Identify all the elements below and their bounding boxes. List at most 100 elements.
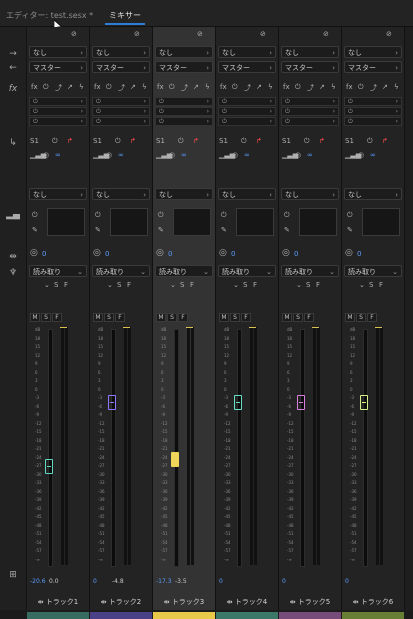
eq-pencil-icon[interactable]: ✎ <box>32 226 38 234</box>
fx-send-icon[interactable]: ⤴ <box>55 83 62 93</box>
eq-graph[interactable] <box>299 208 337 236</box>
eq-graph[interactable] <box>362 208 400 236</box>
tab-editor[interactable]: エディター: test.sesx * <box>6 9 93 23</box>
input-select[interactable]: なし › <box>218 46 276 58</box>
output-select[interactable]: マスター › <box>155 61 213 73</box>
pan-knob-icon[interactable]: ◎ <box>93 248 101 258</box>
fx-slot[interactable]: ⏻ › <box>155 97 213 106</box>
send-select[interactable]: なし › <box>281 188 339 200</box>
fx-send-icon[interactable]: ⤴ <box>181 83 188 93</box>
volume-fader-track[interactable] <box>237 329 242 567</box>
fx-bypass-button[interactable]: F <box>304 313 314 322</box>
automation-mode-select[interactable]: 読み取り ⌄ <box>344 265 402 277</box>
fx-send-icon[interactable]: ⤴ <box>307 83 314 93</box>
arm-icon[interactable]: ⌄ <box>233 281 239 289</box>
input-select[interactable]: なし › <box>155 46 213 58</box>
send-prefader-icon[interactable]: ↱ <box>382 137 388 145</box>
fx-icon[interactable]: fx <box>94 83 101 91</box>
eq-power-icon[interactable]: ⏻ <box>95 211 101 220</box>
pan-knob-icon[interactable]: ◎ <box>219 248 227 258</box>
eq-graph[interactable] <box>173 208 211 236</box>
track-name[interactable]: ⇹ トラック6 <box>342 593 404 611</box>
solo-button[interactable]: S <box>356 313 366 322</box>
fx-slot[interactable]: ⏻ › <box>29 117 87 126</box>
power-icon[interactable]: ⏻ <box>43 83 49 92</box>
eq-power-icon[interactable]: ⏻ <box>221 211 227 220</box>
solo-button[interactable]: S <box>41 313 51 322</box>
input-monitor-icon[interactable]: F <box>190 281 194 289</box>
arm-icon[interactable]: ⌄ <box>359 281 365 289</box>
mic-icon[interactable]: S <box>117 281 121 289</box>
fx-slot[interactable]: ⏻ › <box>344 117 402 126</box>
solo-button[interactable]: S <box>167 313 177 322</box>
fx-route-icon[interactable]: ↗ <box>256 83 262 91</box>
fx-slot[interactable]: ⏻ › <box>281 107 339 116</box>
fx-route-icon[interactable]: ↗ <box>319 83 325 91</box>
track-name[interactable]: ⇹ トラック2 <box>90 593 152 611</box>
fx-slot[interactable]: ⏻ › <box>218 107 276 116</box>
eq-power-icon[interactable]: ⏻ <box>284 211 290 220</box>
lightning-icon[interactable]: ϟ <box>331 83 336 91</box>
solo-button[interactable]: S <box>230 313 240 322</box>
fx-slot[interactable]: ⏻ › <box>29 97 87 106</box>
volume-fader-handle[interactable] <box>360 395 368 410</box>
volume-fader-handle[interactable] <box>45 459 53 474</box>
mute-button[interactable]: M <box>93 313 103 322</box>
power-icon[interactable]: ⏻ <box>169 83 175 92</box>
automation-mode-select[interactable]: 読み取り ⌄ <box>218 265 276 277</box>
fx-send-icon[interactable]: ⤴ <box>244 83 251 93</box>
volume-fader-track[interactable] <box>48 329 53 567</box>
volume-fader-track[interactable] <box>174 329 179 567</box>
fx-icon[interactable]: fx <box>157 83 164 91</box>
arm-icon[interactable]: ⌄ <box>296 281 302 289</box>
volume-fader-track[interactable] <box>363 329 368 567</box>
volume-fader-handle[interactable] <box>171 452 179 467</box>
lightning-icon[interactable]: ϟ <box>394 83 399 91</box>
fx-slot[interactable]: ⏻ › <box>92 107 150 116</box>
fx-slot[interactable]: ⏻ › <box>29 107 87 116</box>
fx-icon[interactable]: fx <box>283 83 290 91</box>
automation-mode-select[interactable]: 読み取り ⌄ <box>155 265 213 277</box>
fx-route-icon[interactable]: ↗ <box>193 83 199 91</box>
send-knob-icon[interactable]: ◎ <box>295 151 301 159</box>
power-icon[interactable]: ⏻ <box>295 83 301 92</box>
input-monitor-icon[interactable]: F <box>64 281 68 289</box>
output-select[interactable]: マスター › <box>281 61 339 73</box>
pan-knob-icon[interactable]: ◎ <box>345 248 353 258</box>
mute-button[interactable]: M <box>30 313 40 322</box>
solo-button[interactable]: S <box>104 313 114 322</box>
eq-power-icon[interactable]: ⏻ <box>158 211 164 220</box>
automation-mode-select[interactable]: 読み取り ⌄ <box>29 265 87 277</box>
send-power-icon[interactable]: ⏻ <box>241 137 247 146</box>
mic-icon[interactable]: S <box>306 281 310 289</box>
automation-mode-select[interactable]: 読み取り ⌄ <box>92 265 150 277</box>
fx-bypass-button[interactable]: F <box>52 313 62 322</box>
fx-route-icon[interactable]: ↗ <box>382 83 388 91</box>
track-name[interactable]: ⇹ トラック5 <box>279 593 341 611</box>
fx-send-icon[interactable]: ⤴ <box>370 83 377 93</box>
volume-fader-handle[interactable] <box>297 395 305 410</box>
lightning-icon[interactable]: ϟ <box>205 83 210 91</box>
pan-knob-icon[interactable]: ◎ <box>156 248 164 258</box>
lightning-icon[interactable]: ϟ <box>79 83 84 91</box>
send-knob-icon[interactable]: ◎ <box>169 151 175 159</box>
input-monitor-icon[interactable]: F <box>127 281 131 289</box>
eq-power-icon[interactable]: ⏻ <box>347 211 353 220</box>
send-power-icon[interactable]: ⏻ <box>52 137 58 146</box>
arm-icon[interactable]: ⌄ <box>170 281 176 289</box>
output-select[interactable]: マスター › <box>92 61 150 73</box>
send-power-icon[interactable]: ⏻ <box>115 137 121 146</box>
eq-pencil-icon[interactable]: ✎ <box>221 226 227 234</box>
mic-icon[interactable]: S <box>180 281 184 289</box>
power-icon[interactable]: ⏻ <box>232 83 238 92</box>
arm-icon[interactable]: ⌄ <box>44 281 50 289</box>
send-knob-icon[interactable]: ◎ <box>358 151 364 159</box>
fx-slot[interactable]: ⏻ › <box>92 97 150 106</box>
fx-slot[interactable]: ⏻ › <box>281 97 339 106</box>
send-knob-icon[interactable]: ◎ <box>43 151 49 159</box>
send-prefader-icon[interactable]: ↱ <box>67 137 73 145</box>
track-name[interactable]: ⇹ トラック3 <box>153 593 215 611</box>
eq-graph[interactable] <box>47 208 85 236</box>
fx-send-icon[interactable]: ⤴ <box>118 83 125 93</box>
send-prefader-icon[interactable]: ↱ <box>319 137 325 145</box>
